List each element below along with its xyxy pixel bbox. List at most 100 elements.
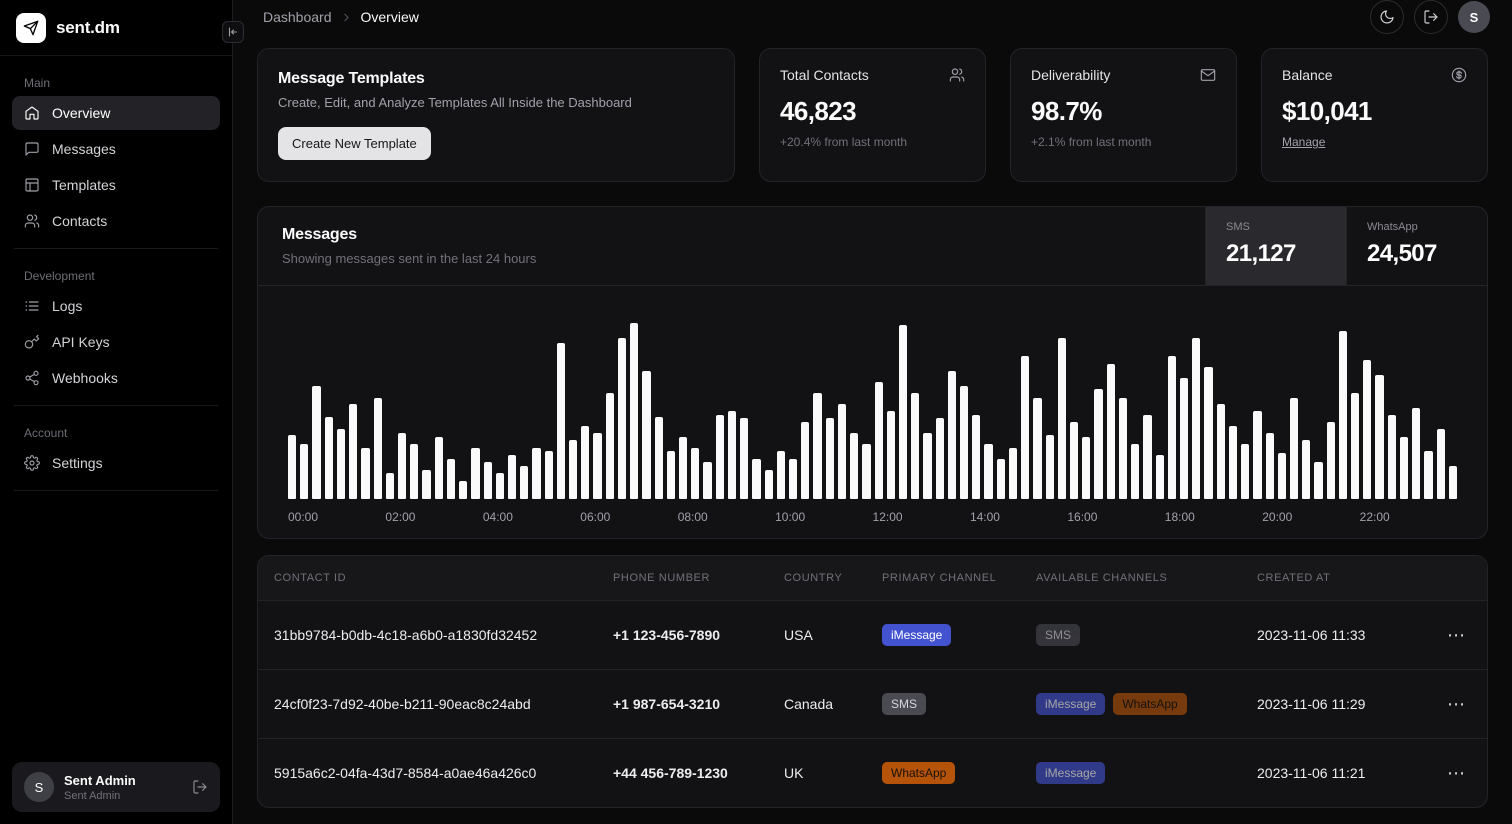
chart-bar bbox=[1070, 422, 1078, 499]
chart-bar bbox=[1449, 466, 1457, 499]
cell-primary-channel: WhatsApp bbox=[882, 762, 1036, 784]
chart-bar bbox=[312, 386, 320, 499]
sidebar-item-label: API Keys bbox=[52, 334, 110, 350]
column-header: PHONE NUMBER bbox=[613, 572, 784, 584]
chart-bar bbox=[936, 418, 944, 499]
cell-contact-id: 24cf0f23-7d92-40be-b211-90eac8c24abd bbox=[274, 696, 613, 712]
chart-bars bbox=[288, 316, 1457, 499]
sidebar-item-webhooks[interactable]: Webhooks bbox=[12, 361, 220, 395]
messages-panel-header: Messages Showing messages sent in the la… bbox=[258, 207, 1487, 286]
axis-tick-label: 08:00 bbox=[678, 510, 775, 524]
axis-tick-label: 04:00 bbox=[483, 510, 580, 524]
row-actions-button[interactable]: ⋯ bbox=[1441, 760, 1471, 786]
column-header: AVAILABLE CHANNELS bbox=[1036, 572, 1257, 584]
cell-country: USA bbox=[784, 627, 882, 643]
chart-bar bbox=[1131, 444, 1139, 499]
chart-bar bbox=[1314, 462, 1322, 499]
chart-bar bbox=[813, 393, 821, 499]
chart-bar bbox=[1363, 360, 1371, 499]
table-row: 24cf0f23-7d92-40be-b211-90eac8c24abd +1 … bbox=[258, 669, 1487, 738]
chart-bar bbox=[850, 433, 858, 499]
chart-bar bbox=[887, 411, 895, 499]
sidebar-item-messages[interactable]: Messages bbox=[12, 132, 220, 166]
chart-bar bbox=[1217, 404, 1225, 499]
theme-toggle-button[interactable] bbox=[1370, 0, 1404, 34]
key-icon bbox=[24, 334, 40, 350]
chart-bar bbox=[752, 459, 760, 499]
cell-country: Canada bbox=[784, 696, 882, 712]
page-content: Message Templates Create, Edit, and Anal… bbox=[233, 34, 1512, 824]
chart-bar bbox=[1058, 338, 1066, 499]
sidebar-collapse-icon bbox=[225, 24, 241, 40]
chart-bar bbox=[1351, 393, 1359, 499]
chart-bar bbox=[337, 429, 345, 499]
sidebar-item-contacts[interactable]: Contacts bbox=[12, 204, 220, 238]
chart-bar bbox=[435, 437, 443, 499]
chart-bar bbox=[1192, 338, 1200, 499]
create-new-template-button[interactable]: Create New Template bbox=[278, 127, 431, 160]
stat-value: 46,823 bbox=[780, 96, 965, 127]
logout-button[interactable] bbox=[1414, 0, 1448, 34]
breadcrumb: Dashboard Overview bbox=[263, 9, 419, 25]
chart-bar bbox=[1204, 367, 1212, 499]
breadcrumb-dashboard[interactable]: Dashboard bbox=[263, 9, 332, 25]
tab-whatsapp[interactable]: WhatsApp 24,507 bbox=[1346, 207, 1487, 285]
chart-bar bbox=[459, 481, 467, 499]
axis-tick-label: 12:00 bbox=[873, 510, 970, 524]
sidebar-item-logs[interactable]: Logs bbox=[12, 289, 220, 323]
tab-sms[interactable]: SMS 21,127 bbox=[1205, 207, 1346, 285]
sidebar-item-label: Overview bbox=[52, 105, 110, 121]
logout-icon bbox=[1423, 9, 1439, 25]
user-role: Sent Admin bbox=[64, 790, 182, 802]
sidebar-item-settings[interactable]: Settings bbox=[12, 446, 220, 480]
row-actions-button[interactable]: ⋯ bbox=[1441, 622, 1471, 648]
sidebar-item-label: Logs bbox=[52, 298, 82, 314]
channel-badge-imessage: iMessage bbox=[1036, 762, 1105, 784]
mail-icon bbox=[1200, 67, 1216, 83]
chart-bar bbox=[508, 455, 516, 499]
breadcrumb-overview: Overview bbox=[361, 9, 419, 25]
user-avatar[interactable]: S bbox=[1458, 1, 1490, 33]
stat-value: 98.7% bbox=[1031, 96, 1216, 127]
sidebar-item-api-keys[interactable]: API Keys bbox=[12, 325, 220, 359]
chart-bar bbox=[716, 415, 724, 499]
user-card[interactable]: S Sent Admin Sent Admin bbox=[12, 762, 220, 812]
sidebar-item-templates[interactable]: Templates bbox=[12, 168, 220, 202]
message-templates-card: Message Templates Create, Edit, and Anal… bbox=[257, 48, 735, 182]
send-icon bbox=[23, 20, 39, 36]
manage-link[interactable]: Manage bbox=[1282, 135, 1325, 149]
chart-bar bbox=[361, 448, 369, 499]
axis-tick-label: 20:00 bbox=[1262, 510, 1359, 524]
channel-badge-imessage: iMessage bbox=[1036, 693, 1105, 715]
sidebar-collapse-button[interactable] bbox=[222, 21, 244, 43]
tab-label: SMS bbox=[1226, 221, 1326, 233]
moon-icon bbox=[1379, 9, 1395, 25]
chart-bar bbox=[826, 418, 834, 499]
chart-bar bbox=[410, 444, 418, 499]
chart-bar bbox=[520, 466, 528, 499]
chart-bar bbox=[1156, 455, 1164, 499]
app-name: sent.dm bbox=[56, 18, 120, 38]
sidebar-section-label: Development bbox=[12, 259, 220, 289]
chart-x-axis: 00:0002:0004:0006:0008:0010:0012:0014:00… bbox=[288, 510, 1457, 524]
sidebar-item-overview[interactable]: Overview bbox=[12, 96, 220, 130]
column-header: PRIMARY CHANNEL bbox=[882, 572, 1036, 584]
cell-available-channels: iMessage bbox=[1036, 762, 1257, 784]
logout-icon[interactable] bbox=[192, 779, 208, 795]
axis-tick-label: 22:00 bbox=[1360, 510, 1457, 524]
row-actions-button[interactable]: ⋯ bbox=[1441, 691, 1471, 717]
chart-bar bbox=[1375, 375, 1383, 499]
cell-contact-id: 31bb9784-b0db-4c18-a6b0-a1830fd32452 bbox=[274, 627, 613, 643]
chart-bar bbox=[997, 459, 1005, 499]
column-header: COUNTRY bbox=[784, 572, 882, 584]
stat-card-balance: Balance $10,041Manage bbox=[1261, 48, 1488, 182]
chart-bar bbox=[1033, 398, 1041, 499]
messages-panel: Messages Showing messages sent in the la… bbox=[257, 206, 1488, 539]
chart-bar bbox=[1412, 408, 1420, 500]
chart-bar bbox=[703, 462, 711, 499]
chart-bar bbox=[1327, 422, 1335, 499]
chart-bar bbox=[1180, 378, 1188, 499]
sidebar-divider bbox=[14, 405, 218, 406]
user-name: Sent Admin bbox=[64, 773, 182, 788]
cell-phone-number: +1 123-456-7890 bbox=[613, 627, 784, 643]
